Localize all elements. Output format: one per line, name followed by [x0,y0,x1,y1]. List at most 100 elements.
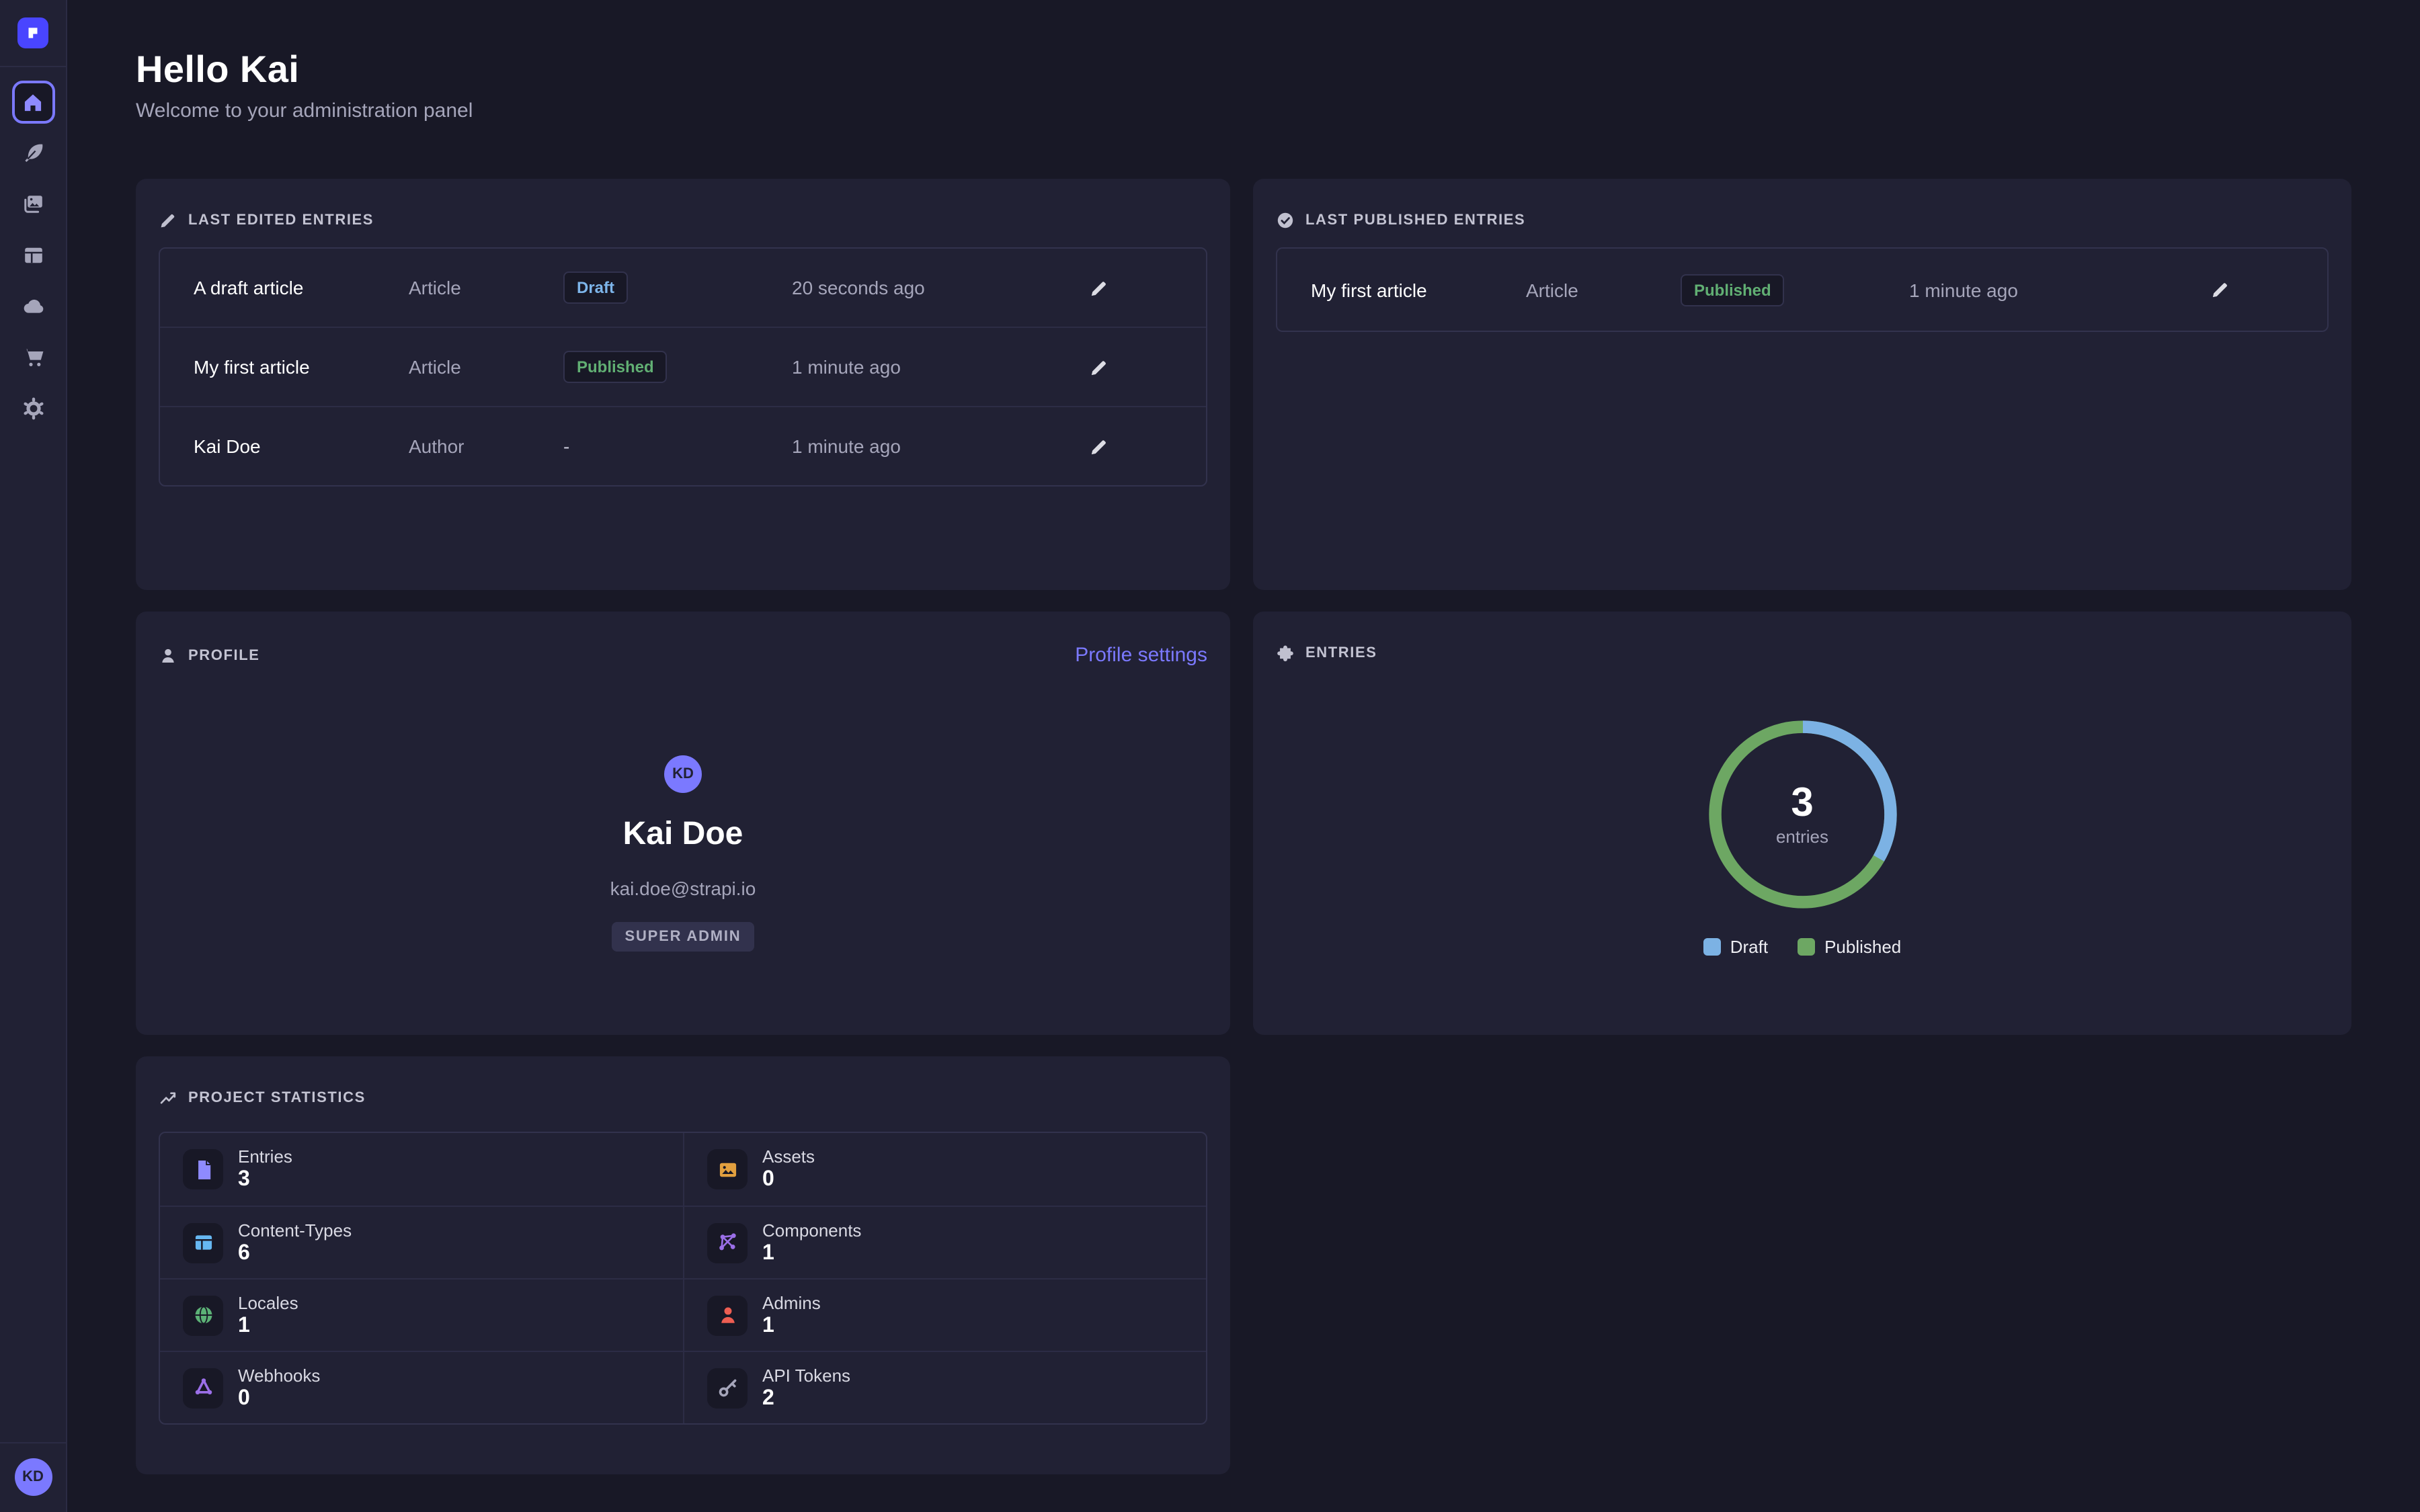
file-icon [183,1149,223,1189]
card-title: LAST EDITED ENTRIES [188,212,374,228]
picture-icon [707,1149,748,1189]
entry-name: A draft article [194,277,409,298]
draft-swatch [1703,938,1721,956]
edit-entry-button[interactable] [1083,351,1114,382]
main-content: Hello Kai Welcome to your administration… [67,0,2420,1474]
user-icon [707,1295,748,1335]
globe-icon [183,1295,223,1335]
stat-assets: Assets0 [683,1133,1206,1206]
entry-time: 1 minute ago [792,435,1024,457]
status-badge: Published [563,351,668,383]
last-published-table: My first article Article Published 1 min… [1276,247,2329,332]
donut-center: 3 entries [1704,716,1900,913]
strapi-logo-icon [24,24,42,42]
profile-role-badge: SUPER ADMIN [612,922,755,952]
entry-name: Kai Doe [194,435,409,457]
profile-settings-link[interactable]: Profile settings [1075,644,1207,667]
pencil-icon [1088,436,1108,456]
check-circle-icon [1276,211,1295,230]
sidebar-nav [11,81,54,430]
last-edited-table: A draft article Article Draft 20 seconds… [159,247,1207,487]
sidebar-footer: KD [0,1442,66,1512]
cloud-icon [21,294,45,319]
legend-item-draft: Draft [1703,937,1768,957]
pencil-icon [2210,280,2230,300]
edit-entry-button[interactable] [1083,272,1114,303]
profile-body: KD Kai Doe kai.doe@strapi.io SUPER ADMIN [159,755,1207,952]
person-icon [159,646,177,665]
stat-components: Components1 [683,1206,1206,1278]
page-title: Hello Kai [136,48,2351,91]
card-header: LAST EDITED ENTRIES [159,211,1207,230]
stat-api-tokens: API Tokens2 [683,1351,1206,1423]
entries-total: 3 [1791,783,1813,823]
card-title: ENTRIES [1305,645,1377,661]
layout-icon [21,243,45,267]
legend-item-published: Published [1798,937,1901,957]
sidebar-item-settings[interactable] [11,387,54,430]
user-avatar-button[interactable]: KD [14,1458,52,1496]
trend-up-icon [159,1089,177,1107]
images-icon [21,192,45,216]
entry-time: 20 seconds ago [792,277,1024,298]
entry-time: 1 minute ago [1909,279,2146,300]
card-title: LAST PUBLISHED ENTRIES [1305,212,1525,228]
published-swatch [1798,938,1815,956]
key-icon [707,1368,748,1408]
strapi-logo-button[interactable] [17,17,48,48]
sidebar-item-home[interactable] [11,81,54,124]
card-title: PROFILE [188,647,260,663]
pencil-icon [1088,278,1108,298]
dashboard-grid: LAST EDITED ENTRIES A draft article Arti… [136,179,2351,1474]
project-statistics-card: PROJECT STATISTICS Entries3 Assets0 Cont… [136,1056,1230,1474]
sidebar-item-marketplace[interactable] [11,336,54,379]
cart-icon [21,345,45,370]
pencil-icon [159,211,177,230]
webhook-icon [183,1368,223,1408]
donut-chart: 3 entries [1704,716,1900,913]
entry-time: 1 minute ago [792,356,1024,378]
strapi-admin-dashboard: KD Hello Kai Welcome to your administrat… [0,0,2420,1512]
stat-admins: Admins1 [683,1278,1206,1351]
card-header: LAST PUBLISHED ENTRIES [1276,211,2329,230]
sidebar-item-deploy[interactable] [11,285,54,328]
home-icon [22,91,44,114]
table-row: My first article Article Published 1 min… [1277,249,2327,331]
table-row: A draft article Article Draft 20 seconds… [160,249,1206,327]
entries-chart: 3 entries Draft Published [1276,716,2329,957]
status-badge: Published [1681,274,1785,306]
sidebar-item-content-type-builder[interactable] [11,234,54,277]
feather-icon [21,141,45,165]
entries-total-label: entries [1776,826,1828,846]
entry-name: My first article [1311,279,1526,300]
stats-table: Entries3 Assets0 Content-Types6 Componen… [159,1132,1207,1425]
page-subtitle: Welcome to your administration panel [136,99,2351,122]
stat-locales: Locales1 [160,1278,683,1351]
table-row: My first article Article Published 1 min… [160,327,1206,406]
stat-webhooks: Webhooks0 [160,1351,683,1423]
last-published-entries-card: LAST PUBLISHED ENTRIES My first article … [1253,179,2351,590]
edit-entry-button[interactable] [2204,274,2235,305]
nodes-icon [707,1222,748,1263]
status-badge: Draft [563,271,628,304]
last-edited-entries-card: LAST EDITED ENTRIES A draft article Arti… [136,179,1230,590]
chart-legend: Draft Published [1703,937,1902,957]
sidebar-item-media-library[interactable] [11,183,54,226]
stat-content-types: Content-Types6 [160,1206,683,1278]
profile-card: PROFILE Profile settings KD Kai Doe kai.… [136,612,1230,1035]
card-title: PROJECT STATISTICS [188,1090,366,1106]
entry-type: Article [409,277,563,298]
sidebar: KD [0,0,67,1512]
sidebar-item-content-manager[interactable] [11,132,54,175]
sidebar-logo-area [0,0,66,67]
pencil-icon [1088,357,1108,377]
gear-icon [21,396,45,421]
edit-entry-button[interactable] [1083,431,1114,462]
table-row: Kai Doe Author - 1 minute ago [160,406,1206,485]
profile-name: Kai Doe [623,816,743,853]
entry-name: My first article [194,356,409,378]
layout-icon [183,1222,223,1263]
profile-email: kai.doe@strapi.io [610,878,756,899]
puzzle-icon [1276,644,1295,663]
card-header: PROJECT STATISTICS [159,1089,1207,1107]
